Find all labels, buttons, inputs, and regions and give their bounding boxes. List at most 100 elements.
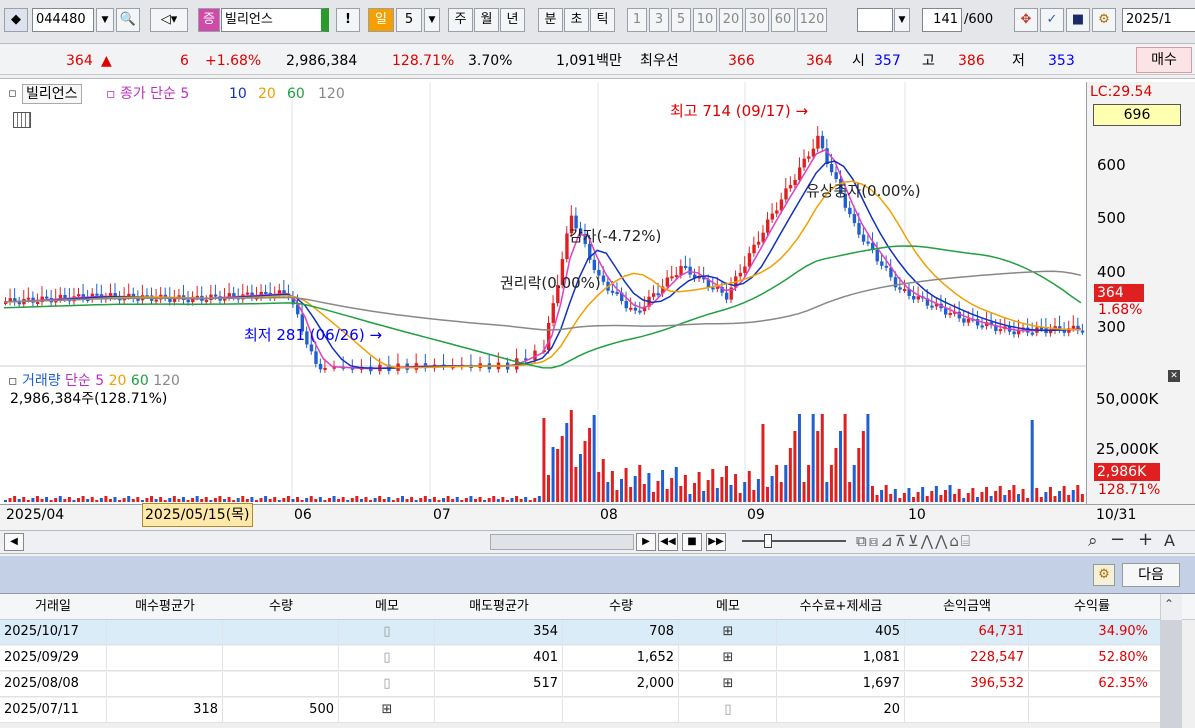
table-scroll-thumb[interactable] [1160,620,1182,728]
top-value-box[interactable]: 696 [1093,104,1181,126]
trade-panel-header [0,556,1195,594]
period-n-button[interactable]: 5 [396,8,422,32]
date-axis-start: 2025/04 [6,507,65,523]
col-sell-avg[interactable]: 매도평균가 [436,597,562,617]
volume-legend[interactable]: ▫ 거래량 단순 5 20 60 120 [8,370,180,390]
period-year-button[interactable]: 년 [500,8,525,32]
volume-bar [90,497,94,502]
save-icon[interactable]: ■ [1066,8,1090,32]
panel-settings-icon[interactable]: ⚙ [1093,564,1115,586]
stop-icon[interactable]: ■ [682,533,702,551]
table-row[interactable]: 2025/09/29 ▯ 401 1,652 ⊞ 1,081 228,547 52.80% [0,646,1160,671]
minute-10-button[interactable]: 10 [693,8,717,32]
font-size-icon[interactable]: A [1164,531,1175,550]
cell-date: 2025/09/29 [4,650,79,665]
minute-120-button[interactable]: 120 [797,8,827,32]
candle-body [624,301,628,309]
legend-stock-name[interactable]: 빌리언스 [22,84,82,104]
legend-ma-type[interactable]: ▫ 종가 단순 5 [106,84,189,104]
zoom-slider-track[interactable] [742,540,846,542]
memo-empty-icon[interactable]: ▯ [340,675,434,693]
col-buy-qty[interactable]: 수량 [224,597,338,617]
memo-empty-icon[interactable]: ▯ [340,623,434,641]
period-dropdown-icon[interactable]: ▼ [424,8,440,32]
table-row[interactable]: 2025/08/08 ▯ 517 2,000 ⊞ 1,697 396,532 62.35% [0,672,1160,697]
candle-body [962,318,966,323]
next-button[interactable]: 다음 [1122,563,1180,587]
volume-bar [797,414,801,502]
col-sell-qty[interactable]: 수량 [564,597,678,617]
scroll-thumb[interactable] [490,534,634,550]
memo-edit-icon[interactable]: ⊞ [340,701,434,719]
volume-bar [802,482,806,502]
code-dropdown-icon[interactable]: ▼ [96,8,114,32]
play-icon[interactable]: ▶ [636,533,656,551]
stock-icon[interactable]: ◆ [4,8,28,32]
table-row[interactable]: 2025/10/17 ▯ 354 708 ⊞ 405 64,731 34.90% [0,620,1160,645]
pin-icon[interactable]: ✥ [1014,8,1038,32]
col-pnl[interactable]: 손익금액 [906,597,1028,617]
memo-edit-icon[interactable]: ⊞ [680,649,776,667]
memo-empty-icon[interactable]: ▯ [340,649,434,667]
minute-60-button[interactable]: 60 [771,8,795,32]
candle-body [902,289,907,292]
minute-20-button[interactable]: 20 [719,8,743,32]
date-axis-06: 06 [294,507,312,523]
count-input[interactable]: 141 [922,8,962,32]
volume-close-icon[interactable]: ✕ [1168,370,1180,382]
fast-forward-icon[interactable]: ▶▶ [706,533,726,551]
zoom-in-icon[interactable]: + [1138,529,1153,550]
candle-body [998,329,1003,332]
minute-5-button[interactable]: 5 [671,8,691,32]
custom-period-dropdown-icon[interactable]: ▼ [894,8,910,32]
price-volume-chart[interactable] [0,82,1086,504]
candle-body [807,156,811,159]
minute-1-button[interactable]: 1 [627,8,647,32]
memo-edit-icon[interactable]: ⊞ [680,623,776,641]
col-sell-memo[interactable]: 메모 [680,597,776,617]
volume-bar [355,496,359,502]
current-price: 364 [66,53,93,69]
magnify-icon[interactable]: ⌕ [1088,531,1098,551]
rewind-icon[interactable]: ◀◀ [658,533,678,551]
date-input[interactable]: 2025/1 [1122,8,1195,32]
scroll-left-icon[interactable]: ◀ [4,533,24,551]
settings-icon[interactable]: ⚙ [1092,8,1116,32]
period-month-button[interactable]: 월 [474,8,499,32]
period-tick-button[interactable]: 틱 [590,8,615,32]
chart-type-icon[interactable]: ✓ [1040,8,1064,32]
drawing-tools-icons[interactable]: ⧉⧈⊿⊼⊻⋀⋀⌂⌸ [856,532,972,550]
col-buy-avg[interactable]: 매수평균가 [108,597,222,617]
candle-body [1012,331,1016,335]
col-return[interactable]: 수익률 [1030,597,1154,617]
period-week-button[interactable]: 주 [448,8,473,32]
col-trade-date[interactable]: 거래일 [0,597,106,617]
stock-code-input[interactable]: 044480 [32,8,94,32]
volume-bar [268,499,272,502]
buy-button[interactable]: 매수 [1136,47,1192,73]
memo-edit-icon[interactable]: ⊞ [680,675,776,693]
search-icon[interactable]: 🔍 [116,8,140,32]
minute-3-button[interactable]: 3 [649,8,669,32]
col-fee-tax[interactable]: 수수료+제세금 [778,597,904,617]
zoom-slider-handle[interactable] [764,534,772,548]
volume-bar [870,486,874,502]
table-row[interactable]: 2025/07/11 318 500 ⊞ ▯ 20 [0,698,1160,723]
table-view-icon[interactable] [13,112,31,128]
alert-button[interactable]: ! [336,8,360,32]
col-buy-memo[interactable]: 메모 [340,597,434,617]
period-minute-button[interactable]: 분 [538,8,563,32]
minute-30-button[interactable]: 30 [745,8,769,32]
memo-empty-icon[interactable]: ▯ [680,701,776,719]
period-day-button[interactable]: 일 [368,8,394,32]
period-second-button[interactable]: 초 [564,8,589,32]
volume-bar [775,465,779,502]
custom-period-input[interactable] [857,8,893,32]
volume-bar [533,498,537,502]
volume-bar [487,498,491,502]
zoom-out-icon[interactable]: − [1110,529,1125,550]
volume-bar [939,495,943,502]
stock-name-field[interactable]: 빌리언스 [221,8,329,32]
sound-icon[interactable]: ◁▾ [150,8,188,32]
scroll-up-icon[interactable]: ⌃ [1164,597,1174,611]
